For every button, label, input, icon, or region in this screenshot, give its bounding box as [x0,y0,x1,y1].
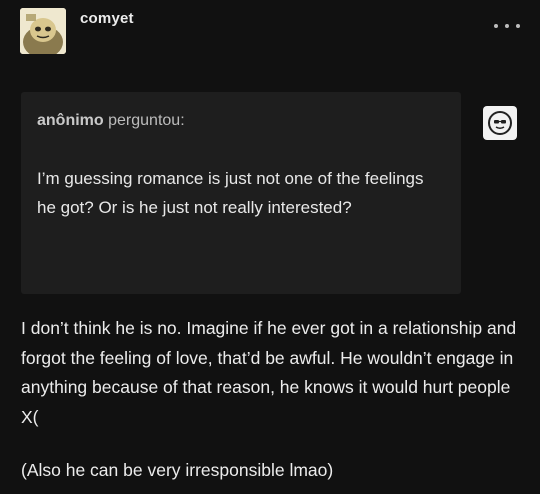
dot [505,24,509,28]
answer-paragraph: I don’t think he is no. Imagine if he ev… [21,318,517,427]
post-header: comyet [0,0,540,70]
question-text: I’m guessing romance is just not one of … [37,169,424,217]
dot [494,24,498,28]
blog-avatar[interactable] [20,8,66,54]
anonymous-sunglasses-face-icon [483,106,517,140]
asker-name: anônimo [37,112,104,129]
blog-username[interactable]: comyet [80,10,134,27]
blog-avatar-image [20,8,66,54]
more-dots-icon[interactable] [494,20,520,32]
ask-box: anônimo perguntou: I’m guessing romance … [21,92,461,294]
answer-paragraph: (Also he can be very irresponsible lmao) [21,460,334,480]
asker-verb: perguntou: [108,112,185,129]
asker-line: anônimo perguntou: [37,112,185,130]
dot [516,24,520,28]
